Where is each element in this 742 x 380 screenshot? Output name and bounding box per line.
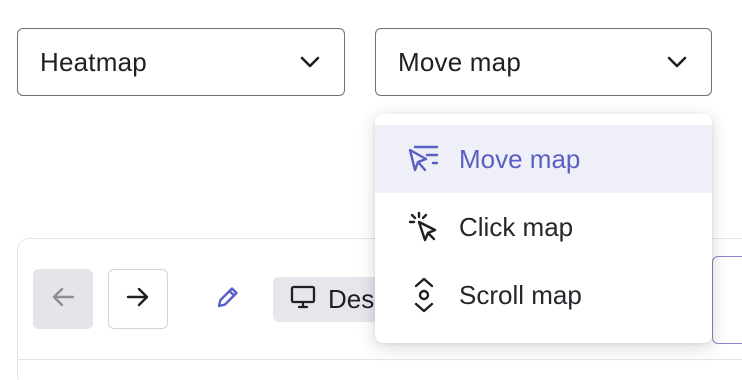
click-map-icon (405, 208, 443, 246)
edit-button[interactable] (208, 279, 248, 319)
menu-item-label: Scroll map (459, 279, 582, 310)
menu-item-label: Move map (459, 143, 581, 174)
menu-item-scroll-map[interactable]: Scroll map (375, 261, 712, 329)
panel-input[interactable] (712, 256, 742, 344)
pencil-icon (215, 284, 241, 315)
arrow-left-icon (51, 287, 75, 312)
forward-button[interactable] (108, 269, 168, 329)
move-map-icon (405, 140, 443, 178)
menu-item-move-map[interactable]: Move map (375, 125, 712, 193)
view-type-select[interactable]: Heatmap (17, 28, 345, 96)
map-type-select[interactable]: Move map (375, 28, 712, 96)
back-button[interactable] (33, 269, 93, 329)
panel-divider (18, 359, 742, 360)
map-type-dropdown: Move map Click map Scroll map (375, 114, 712, 343)
device-selector[interactable]: Desktop (273, 277, 383, 322)
menu-item-click-map[interactable]: Click map (375, 193, 712, 261)
scroll-map-icon (405, 276, 443, 314)
chevron-down-icon (298, 50, 322, 74)
arrow-right-icon (126, 287, 150, 312)
map-type-value: Move map (398, 46, 521, 77)
menu-item-label: Click map (459, 211, 574, 242)
chevron-down-icon (665, 50, 689, 74)
monitor-icon (290, 285, 316, 314)
view-type-value: Heatmap (40, 46, 147, 77)
